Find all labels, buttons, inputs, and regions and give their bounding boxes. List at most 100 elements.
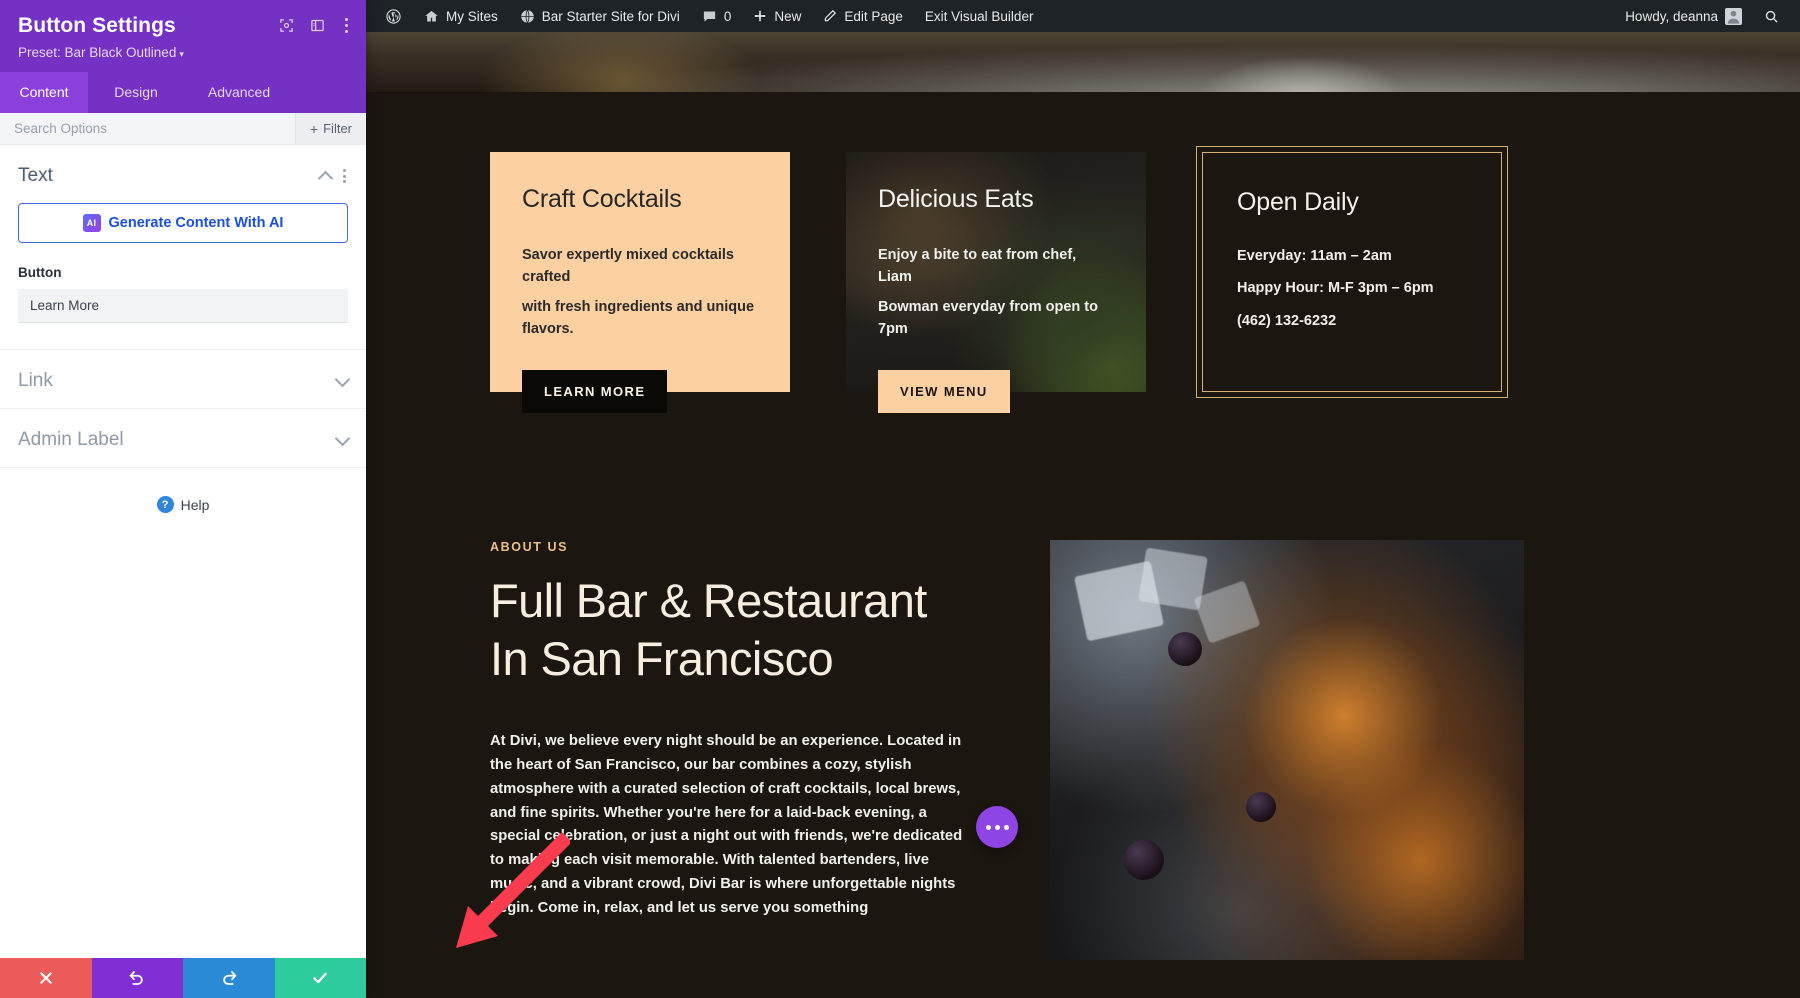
panel-preset-label: Preset: Bar Black Outlined — [18, 45, 176, 60]
ai-icon: AI — [83, 214, 101, 232]
my-sites-icon — [424, 9, 439, 24]
card-body: Enjoy a bite to eat from chef, Liam Bowm… — [878, 244, 1114, 341]
ab-item-site-name[interactable]: Bar Starter Site for Divi — [509, 0, 691, 32]
card-body-line: Savor expertly mixed cocktails crafted — [522, 244, 758, 289]
panel-more-options-icon[interactable] — [341, 16, 352, 35]
card-title: Craft Cocktails — [522, 184, 758, 214]
group-link-title: Link — [18, 370, 53, 392]
filter-label: Filter — [323, 121, 352, 136]
redo-button[interactable] — [183, 958, 275, 998]
group-admin-label-header[interactable]: Admin Label — [18, 409, 348, 467]
card-title: Delicious Eats — [878, 184, 1114, 214]
ab-label-exit-vb: Exit Visual Builder — [925, 9, 1034, 24]
wordpress-logo-icon[interactable] — [374, 0, 413, 32]
help-label: Help — [181, 497, 210, 513]
site-icon — [520, 9, 535, 24]
hero-image-strip — [366, 32, 1800, 92]
ab-label-greeting: Howdy, deanna — [1625, 9, 1718, 24]
panel-preset-selector[interactable]: Preset: Bar Black Outlined▾ — [18, 45, 348, 60]
tab-content[interactable]: Content — [0, 72, 88, 113]
card-open-daily[interactable]: Open Daily Everyday: 11am – 2am Happy Ho… — [1202, 152, 1502, 392]
about-text-column: ABOUT US Full Bar & Restaurant In San Fr… — [490, 540, 1050, 960]
comment-icon — [702, 9, 717, 24]
wp-admin-bar: My Sites Bar Starter Site for Divi 0 New — [366, 0, 1800, 32]
button-field-label: Button — [18, 265, 348, 280]
ab-label-my-sites: My Sites — [446, 9, 498, 24]
group-link: Link — [0, 350, 366, 409]
card-body-line: with fresh ingredients and unique flavor… — [522, 296, 758, 341]
save-button[interactable] — [275, 958, 367, 998]
phone-number: (462) 132-6232 — [1237, 310, 1467, 332]
chevron-down-icon[interactable] — [335, 371, 351, 387]
pencil-icon — [823, 9, 837, 23]
group-admin-label-title: Admin Label — [18, 429, 124, 451]
about-image — [1050, 540, 1524, 960]
generate-content-with-ai-button[interactable]: AI Generate Content With AI — [18, 203, 348, 243]
panel-body: Text AI Generate Content With AI Button … — [0, 145, 366, 958]
ab-item-new[interactable]: New — [742, 0, 812, 32]
options-search-bar: + Filter — [0, 113, 366, 145]
group-admin-label: Admin Label — [0, 409, 366, 468]
ai-button-label: Generate Content With AI — [109, 215, 284, 231]
ab-label-site-name: Bar Starter Site for Divi — [542, 9, 680, 24]
ab-item-exit-visual-builder[interactable]: Exit Visual Builder — [914, 0, 1045, 32]
ab-item-my-sites[interactable]: My Sites — [413, 0, 509, 32]
about-section: ABOUT US Full Bar & Restaurant In San Fr… — [490, 392, 1616, 960]
focus-target-icon[interactable] — [279, 18, 294, 33]
card-body: Savor expertly mixed cocktails crafted w… — [522, 244, 758, 341]
panel-tabs: Content Design Advanced — [0, 72, 366, 113]
button-text-input[interactable] — [18, 289, 348, 323]
panel-layout-toggle-icon[interactable] — [310, 18, 325, 33]
card-body-line: Enjoy a bite to eat from chef, Liam — [878, 244, 1114, 289]
group-link-header[interactable]: Link — [18, 350, 348, 408]
panel-header-icons — [279, 16, 352, 35]
browser-viewport: My Sites Bar Starter Site for Divi 0 New — [366, 0, 1800, 998]
filter-button[interactable]: + Filter — [295, 113, 366, 144]
help-link[interactable]: ? Help — [0, 468, 366, 513]
card-delicious-eats[interactable]: Delicious Eats Enjoy a bite to eat from … — [846, 152, 1146, 392]
card-craft-cocktails[interactable]: Craft Cocktails Savor expertly mixed coc… — [490, 152, 790, 392]
about-paragraph: At Divi, we believe every night should b… — [490, 730, 970, 922]
ab-label-edit-page: Edit Page — [844, 9, 903, 24]
view-menu-button[interactable]: VIEW MENU — [878, 370, 1010, 413]
group-text: Text AI Generate Content With AI Button — [0, 145, 366, 350]
group-text-title: Text — [18, 165, 53, 187]
learn-more-button[interactable]: LEARN MORE — [522, 370, 667, 413]
admin-bar-right: Howdy, deanna — [1614, 0, 1790, 32]
plus-icon — [753, 9, 767, 23]
ab-label-new: New — [774, 9, 801, 24]
chevron-down-icon: ▾ — [179, 49, 184, 59]
panel-footer — [0, 958, 366, 998]
tab-advanced[interactable]: Advanced — [184, 72, 294, 113]
module-settings-panel: Button Settings Preset: Bar Black Outlin… — [0, 0, 366, 998]
search-icon[interactable] — [1753, 0, 1790, 32]
about-heading-line2: In San Francisco — [490, 632, 833, 685]
ab-item-account[interactable]: Howdy, deanna — [1614, 0, 1753, 32]
about-heading: Full Bar & Restaurant In San Francisco — [490, 572, 1010, 688]
group-text-header[interactable]: Text — [18, 145, 348, 203]
ab-item-comments[interactable]: 0 — [691, 0, 743, 32]
page-content: Craft Cocktails Savor expertly mixed coc… — [366, 92, 1800, 960]
page-settings-fab[interactable] — [976, 806, 1018, 848]
tab-design[interactable]: Design — [88, 72, 184, 113]
search-input[interactable] — [0, 113, 295, 144]
about-eyebrow: ABOUT US — [490, 540, 1010, 554]
group-more-options-icon[interactable] — [341, 167, 348, 185]
hours-happy-hour: Happy Hour: M-F 3pm – 6pm — [1237, 277, 1467, 299]
hours-everyday: Everyday: 11am – 2am — [1237, 245, 1467, 267]
feature-cards-row: Craft Cocktails Savor expertly mixed coc… — [490, 92, 1616, 392]
cancel-button[interactable] — [0, 958, 92, 998]
ab-item-edit-page[interactable]: Edit Page — [812, 0, 914, 32]
about-heading-line1: Full Bar & Restaurant — [490, 574, 927, 627]
chevron-down-icon[interactable] — [335, 430, 351, 446]
avatar — [1725, 8, 1742, 25]
screen-root: My Sites Bar Starter Site for Divi 0 New — [0, 0, 1800, 998]
card-body-line: Bowman everyday from open to 7pm — [878, 296, 1114, 341]
chevron-up-icon[interactable] — [318, 170, 334, 186]
plus-icon: + — [310, 122, 318, 136]
help-icon: ? — [157, 496, 174, 513]
card-body: Everyday: 11am – 2am Happy Hour: M-F 3pm… — [1237, 245, 1467, 332]
ab-label-comment-count: 0 — [724, 9, 732, 24]
undo-button[interactable] — [92, 958, 184, 998]
card-title: Open Daily — [1237, 187, 1467, 217]
